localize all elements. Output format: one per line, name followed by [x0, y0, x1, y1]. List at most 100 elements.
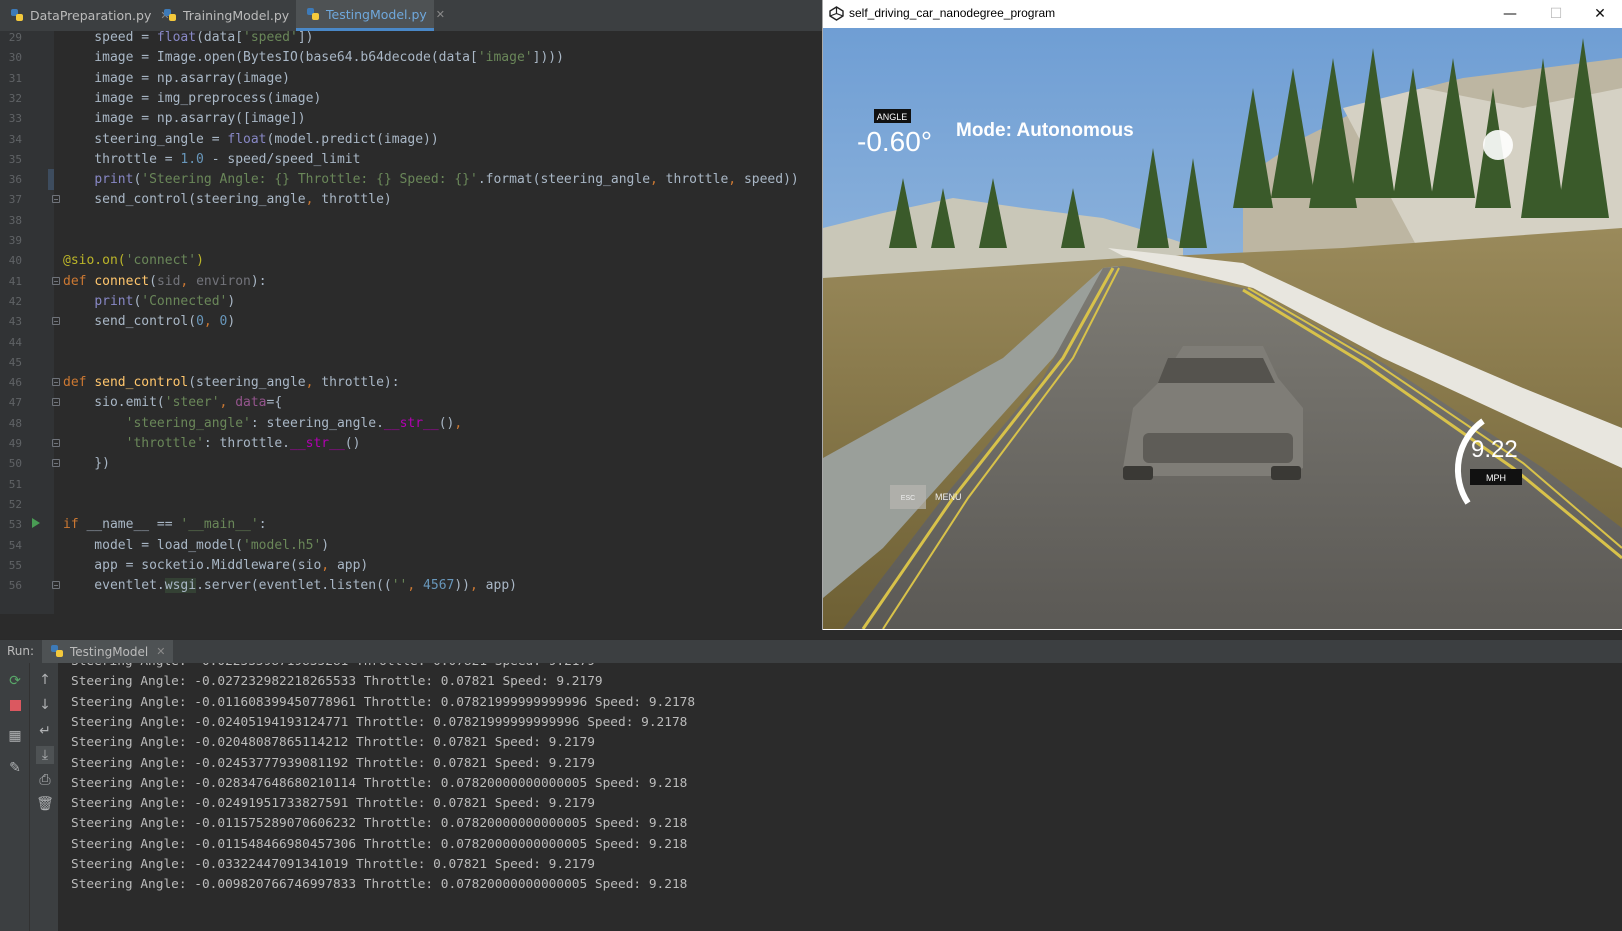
tab-datapreparation[interactable]: DataPreparation.py ✕ — [0, 0, 170, 31]
code-text: print('Connected') — [94, 293, 236, 309]
code-text: throttle = 1.0 - speed/speed_limit — [63, 151, 361, 167]
line-number: 32 — [8, 91, 22, 105]
code-text: image = np.asarray([image]) — [63, 111, 306, 127]
line-number: 42 — [8, 294, 22, 308]
fold-icon[interactable] — [52, 317, 60, 326]
console-line: Steering Angle: -0.027232982218265533 Th… — [71, 674, 603, 690]
menu-label[interactable]: MENU — [935, 492, 962, 502]
simulator-viewport[interactable]: ANGLE -0.60° Mode: Autonomous 9.22 MPH E… — [823, 28, 1622, 629]
close-tab-icon[interactable]: ✕ — [436, 8, 445, 21]
console-line: Steering Angle: -0.02048087865114212 Thr… — [71, 735, 595, 751]
code-line[interactable]: 29 speed = float(data['speed']) — [0, 31, 822, 48]
code-line[interactable]: 52 — [0, 494, 822, 515]
code-editor[interactable]: 29 speed = float(data['speed']) 30 image … — [0, 31, 822, 614]
code-line[interactable]: 53 if __name__ == '__main__': — [0, 514, 822, 535]
code-line[interactable]: 48 'steering_angle': steering_angle.__st… — [0, 413, 822, 434]
code-line[interactable]: 39 — [0, 230, 822, 251]
code-line[interactable]: 35 throttle = 1.0 - speed/speed_limit — [0, 149, 822, 170]
code-line[interactable]: 36 print('Steering Angle: {} Throttle: {… — [0, 169, 822, 191]
scroll-down-icon[interactable]: ↓ — [36, 696, 54, 714]
code-line[interactable]: 47 sio.emit('steer', data={ — [0, 392, 822, 413]
print-icon[interactable]: ⎙ — [36, 771, 54, 789]
run-toolbar-right: ↑ ↓ ↵ ⤓ ⎙ 🗑 — [29, 663, 59, 931]
fold-icon[interactable] — [52, 276, 60, 285]
run-console-output[interactable]: Steering Angle: -0.02253598719835281 Thr… — [58, 663, 1622, 931]
line-number: 45 — [8, 355, 22, 369]
angle-label: ANGLE — [877, 112, 908, 122]
current-line-marker — [48, 169, 54, 191]
scroll-up-icon[interactable]: ↑ — [36, 671, 54, 689]
code-line[interactable]: 32 image = img_preprocess(image) — [0, 88, 822, 109]
code-line[interactable]: 46 def send_control(steering_angle, throt… — [0, 372, 822, 393]
code-line[interactable]: 44 — [0, 332, 822, 353]
code-line[interactable]: 31 image = np.asarray(image) — [0, 68, 822, 89]
console-line: Steering Angle: -0.028347648680210114 Th… — [71, 775, 688, 791]
close-run-tab-icon[interactable]: ✕ — [156, 645, 165, 658]
close-window-icon[interactable]: ✕ — [1577, 0, 1622, 28]
code-line[interactable]: 54 model = load_model('model.h5') — [0, 535, 822, 556]
speed-value: 9.22 — [1471, 436, 1518, 463]
code-text: def send_control(steering_angle, throttl… — [63, 375, 400, 391]
tab-label: DataPreparation.py — [30, 8, 152, 23]
code-line[interactable]: 40 @sio.on('connect') — [0, 250, 822, 271]
code-text: def connect(sid, environ): — [63, 273, 267, 289]
speed-unit: MPH — [1486, 473, 1506, 483]
code-text: image = img_preprocess(image) — [63, 90, 322, 106]
python-run-icon — [50, 644, 65, 659]
trash-icon[interactable]: 🗑 — [36, 795, 54, 813]
tab-label: TrainingModel.py — [183, 8, 290, 23]
stop-icon[interactable] — [6, 697, 24, 715]
code-line[interactable]: 41 def connect(sid, environ): — [0, 271, 822, 292]
code-line[interactable]: 38 — [0, 210, 822, 231]
layout-icon[interactable]: ▦ — [6, 727, 24, 745]
python-file-icon — [306, 7, 321, 22]
code-text: send_control(0, 0) — [63, 314, 236, 330]
fold-icon[interactable] — [52, 398, 60, 407]
code-text: sio.emit('steer', data={ — [63, 395, 283, 411]
editor-tab-bar: DataPreparation.py ✕ TrainingModel.py ✕ … — [0, 0, 822, 32]
simulator-titlebar[interactable]: self_driving_car_nanodegree_program — ☐ … — [823, 0, 1622, 28]
rerun-icon[interactable]: ⟳ — [6, 672, 24, 690]
pin-icon[interactable]: ✎ — [6, 759, 24, 777]
code-text: 'throttle': throttle.__str__() — [125, 436, 361, 451]
fold-icon[interactable] — [52, 581, 60, 590]
code-line[interactable]: 56 eventlet.wsgi.server(eventlet.listen(… — [0, 575, 822, 596]
code-line[interactable]: 50 }) — [0, 453, 822, 474]
code-line[interactable]: 33 image = np.asarray([image]) — [0, 108, 822, 129]
code-text: print('Steering Angle: {} Throttle: {} S… — [94, 172, 799, 188]
fold-icon[interactable] — [52, 195, 60, 204]
line-number: 47 — [8, 396, 22, 410]
fold-icon[interactable] — [52, 439, 60, 447]
code-line[interactable]: 30 image = Image.open(BytesIO(base64.b64… — [0, 47, 822, 68]
code-line[interactable]: 34 steering_angle = float(model.predict(… — [0, 129, 822, 150]
simulator-window[interactable]: self_driving_car_nanodegree_program — ☐ … — [822, 0, 1622, 630]
fold-icon[interactable] — [52, 378, 60, 387]
run-gutter-icon[interactable] — [32, 518, 40, 529]
code-text: if __name__ == '__main__': — [63, 517, 267, 533]
code-line[interactable]: 51 — [0, 474, 822, 495]
soft-wrap-icon[interactable]: ↵ — [36, 722, 54, 740]
code-text: steering_angle = float(model.predict(ima… — [63, 131, 439, 147]
run-tab-testingmodel[interactable]: TestingModel ✕ — [42, 640, 174, 663]
tab-testingmodel[interactable]: TestingModel.py ✕ — [296, 0, 445, 31]
line-number: 36 — [8, 173, 22, 187]
scroll-to-end-icon[interactable]: ⤓ — [36, 746, 54, 764]
fold-icon[interactable] — [52, 459, 60, 468]
line-number: 44 — [8, 335, 22, 349]
code-line[interactable]: 37 send_control(steering_angle, throttle… — [0, 189, 822, 210]
line-number: 54 — [8, 538, 22, 552]
console-line: Steering Angle: -0.02453777939081192 Thr… — [71, 755, 595, 771]
console-line: Steering Angle: -0.009820766746997833 Th… — [71, 877, 688, 893]
line-number: 40 — [8, 254, 22, 268]
esc-label[interactable]: ESC — [901, 495, 915, 502]
code-line[interactable]: 45 — [0, 352, 822, 373]
tab-trainingmodel[interactable]: TrainingModel.py ✕ — [153, 0, 307, 31]
tab-label: TestingModel.py — [326, 6, 427, 22]
code-line[interactable]: 42 print('Connected') — [0, 291, 822, 312]
code-line[interactable]: 43 send_control(0, 0) — [0, 311, 822, 332]
code-line[interactable]: 49 'throttle': throttle.__str__() — [0, 433, 822, 454]
maximize-icon[interactable]: ☐ — [1533, 0, 1579, 28]
line-number: 55 — [8, 558, 22, 572]
code-line[interactable]: 55 app = socketio.Middleware(sio, app) — [0, 555, 822, 576]
minimize-icon[interactable]: — — [1487, 0, 1533, 28]
